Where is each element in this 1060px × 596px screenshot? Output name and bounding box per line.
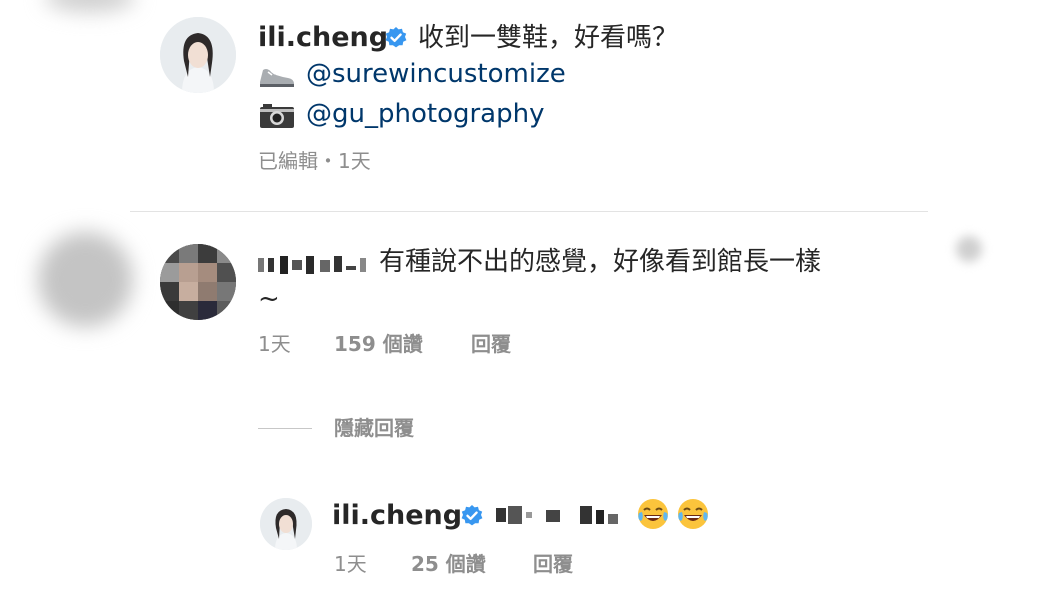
section-divider <box>130 211 928 212</box>
comment-text-line2: ~ <box>258 284 280 314</box>
blurred-edge-top <box>45 0 135 12</box>
blurred-avatar-left <box>38 232 133 327</box>
reply-username[interactable]: ili.cheng <box>332 498 462 534</box>
post-avatar[interactable] <box>160 17 236 93</box>
verified-badge-icon <box>384 26 408 50</box>
post-username[interactable]: ili.cheng <box>258 20 388 56</box>
sneaker-icon <box>258 60 296 90</box>
hide-replies-line <box>258 428 312 429</box>
comment-text: 有種說不出的感覺，好像看到館長一樣 <box>379 247 822 277</box>
comment-reply-button[interactable]: 回覆 <box>471 330 511 358</box>
reply-reply-button[interactable]: 回覆 <box>533 550 573 578</box>
tears-of-joy-emoji-icon <box>636 497 670 531</box>
blurred-dot-right <box>956 236 982 262</box>
comment-likes[interactable]: 159 個讚 <box>334 330 423 358</box>
reply-verified-badge-icon <box>460 504 484 528</box>
reply-mention-pixelated[interactable] <box>496 502 630 528</box>
reply-time: 1天 <box>334 552 367 576</box>
comment-username-pixelated[interactable] <box>258 252 374 278</box>
comment-time: 1天 <box>258 332 291 356</box>
mention-gu-photography[interactable]: @gu_photography <box>306 96 544 132</box>
tears-of-joy-emoji-icon <box>676 497 710 531</box>
comment-avatar[interactable] <box>160 244 236 320</box>
reply-avatar[interactable] <box>260 498 312 550</box>
post-caption: 收到一雙鞋，好看嗎？ <box>418 23 679 53</box>
reply-likes[interactable]: 25 個讚 <box>411 550 486 578</box>
hide-replies-button[interactable]: 隱藏回覆 <box>334 414 414 442</box>
mention-surewincustomize[interactable]: @surewincustomize <box>306 56 566 92</box>
post-meta: 已編輯・1天 <box>258 149 371 173</box>
camera-icon <box>258 100 296 130</box>
